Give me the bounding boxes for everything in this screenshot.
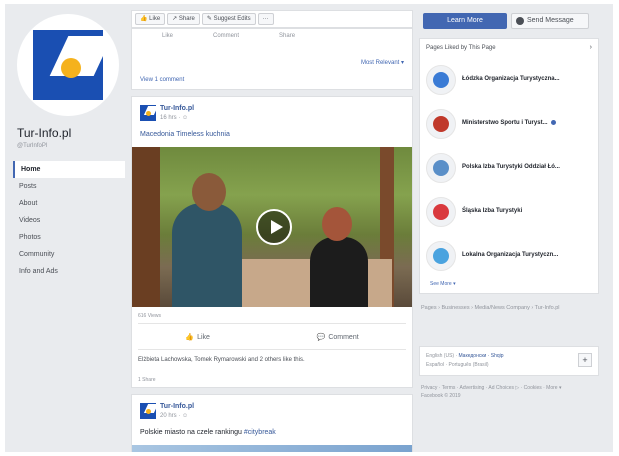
post-avatar[interactable] — [140, 105, 156, 121]
chevron-right-icon[interactable]: › — [590, 44, 592, 51]
current-language: English (US) · — [426, 353, 459, 359]
thumbs-up-icon: 👍 — [140, 16, 148, 22]
liked-page-avatar — [426, 241, 456, 271]
page-handle[interactable]: @TurInfoPl — [17, 143, 47, 149]
liked-page-item[interactable]: Śląska Izba Turystyki — [426, 195, 598, 231]
liked-page-avatar — [426, 109, 456, 139]
language-line-2[interactable]: Español · Português (Brasil) — [426, 362, 489, 368]
language-box: English (US) · Mакедонски · Shqip Españo… — [419, 346, 599, 376]
post-text-link[interactable]: Macedonia Timeless kuchnia — [140, 131, 230, 138]
page-title[interactable]: Tur-Info.pl — [17, 126, 71, 140]
pencil-icon: ✎ — [206, 16, 212, 22]
liked-pages-box: Pages Liked by This Page › Łódzka Organi… — [419, 38, 599, 294]
like-label: Like — [197, 333, 210, 341]
hashtag-link[interactable]: #citybreak — [244, 429, 276, 436]
messenger-icon — [516, 17, 524, 25]
send-message-label: Send Message — [527, 17, 574, 24]
video-player[interactable] — [132, 147, 412, 307]
language-line-1: English (US) · Mакедонски · Shqip — [426, 353, 504, 359]
comment-sort-dropdown[interactable]: Most Relevant ▾ — [361, 59, 404, 66]
language-links[interactable]: Mакедонски · Shqip — [459, 353, 504, 359]
post-actions: 👍 Like 💬 Comment — [132, 333, 412, 342]
liked-page-item[interactable]: Lokalna Organizacja Turystyczn... — [426, 239, 598, 275]
comment-action[interactable]: Comment — [213, 33, 239, 39]
post-avatar[interactable] — [140, 403, 156, 419]
play-icon[interactable] — [256, 209, 292, 245]
liked-page-name: Ministerstwo Sportu i Turyst... — [462, 120, 556, 126]
more-options-button[interactable]: ··· — [257, 13, 274, 25]
suggest-edits-label: Suggest Edits — [213, 16, 251, 22]
view-count: 616 Views — [138, 313, 161, 319]
liked-page-name: Lokalna Organizacja Turystyczn... — [462, 252, 559, 258]
liked-page-name-text: Ministerstwo Sportu i Turyst... — [462, 120, 548, 127]
liked-page-avatar — [426, 197, 456, 227]
share-action[interactable]: Share — [279, 33, 295, 39]
post-author-link[interactable]: Tur-Info.pl — [160, 403, 194, 410]
post-text-body: Polskie miasto na czele rankingu — [140, 429, 242, 436]
footer-links-line[interactable]: Privacy · Terms · Advertising · Ad Choic… — [421, 384, 599, 392]
like-button[interactable]: 👍 Like — [185, 333, 210, 342]
nav-item-home[interactable]: Home — [13, 161, 125, 178]
liked-page-name: Śląska Izba Turystyki — [462, 208, 523, 214]
liked-page-item[interactable]: Ministerstwo Sportu i Turyst... — [426, 107, 598, 143]
nav-item-posts[interactable]: Posts — [13, 178, 125, 195]
verified-badge-icon — [550, 120, 556, 125]
left-column: Tur-Info.pl @TurInfoPl Home Posts About … — [5, 4, 125, 452]
nav-item-community[interactable]: Community — [13, 246, 125, 263]
view-comments-link[interactable]: View 1 comment — [140, 77, 184, 83]
liked-page-item[interactable]: Łódzka Organizacja Turystyczna... — [426, 63, 598, 99]
timeline-column: 👍 Like ↗ Share ✎ Suggest Edits ··· Like … — [131, 4, 413, 452]
post-text: Macedonia Timeless kuchnia — [140, 131, 230, 138]
add-language-button[interactable]: + — [578, 353, 592, 367]
see-more-link[interactable]: See More ▾ — [430, 281, 456, 287]
page-action-bar: 👍 Like ↗ Share ✎ Suggest Edits ··· — [131, 10, 413, 28]
post-author-link[interactable]: Tur-Info.pl — [160, 105, 194, 112]
send-message-button[interactable]: Send Message — [511, 13, 589, 29]
copyright-text: Facebook © 2019 — [421, 393, 461, 399]
footer-links: Privacy · Terms · Advertising · Ad Choic… — [421, 384, 599, 400]
liked-page-avatar — [426, 153, 456, 183]
thumbs-up-icon: 👍 — [185, 334, 195, 341]
reaction-row: Like Comment Share — [162, 33, 295, 39]
liked-page-name: Łódzka Organizacja Turystyczna... — [462, 76, 560, 82]
category-breadcrumb[interactable]: Pages › Businesses › Media/News Company … — [421, 304, 599, 313]
right-column: Learn More Send Message Pages Liked by T… — [419, 4, 605, 452]
like-action[interactable]: Like — [162, 33, 173, 39]
text-post-card: Tur-Info.pl 20 hrs · ☺ Polskie miasto na… — [131, 394, 413, 452]
like-page-label: Like — [149, 16, 161, 22]
page-frame: Tur-Info.pl @TurInfoPl Home Posts About … — [5, 4, 613, 452]
share-page-label: Share — [178, 16, 195, 22]
profile-picture-frame[interactable] — [17, 14, 119, 116]
learn-more-button[interactable]: Learn More — [423, 13, 507, 29]
comment-button[interactable]: 💬 Comment — [316, 333, 359, 342]
page-nav: Home Posts About Videos Photos Community… — [13, 161, 125, 280]
suggest-edits-button[interactable]: ✎ Suggest Edits — [201, 13, 256, 25]
liked-pages-title[interactable]: Pages Liked by This Page — [426, 45, 496, 51]
liked-page-name: Polska Izba Turystyki Oddział Łó... — [462, 164, 560, 170]
like-page-button[interactable]: 👍 Like — [135, 13, 166, 25]
liked-page-item[interactable]: Polska Izba Turystyki Oddział Łó... — [426, 151, 598, 187]
share-page-button[interactable]: ↗ Share — [167, 13, 200, 25]
previous-post-card: Like Comment Share Most Relevant ▾ View … — [131, 28, 413, 90]
nav-item-photos[interactable]: Photos — [13, 229, 125, 246]
page-logo — [33, 30, 103, 100]
video-post-card: Tur-Info.pl 16 hrs · ☺ Macedonia Timeles… — [131, 96, 413, 388]
comment-label: Comment — [328, 333, 359, 341]
post-timestamp[interactable]: 16 hrs · ☺ — [160, 115, 188, 121]
nav-item-info-and-ads[interactable]: Info and Ads — [13, 263, 125, 280]
nav-item-videos[interactable]: Videos — [13, 212, 125, 229]
share-count[interactable]: 1 Share — [138, 377, 156, 383]
divider — [138, 349, 406, 350]
comment-bubble-icon: 💬 — [316, 334, 326, 341]
post-text: Polskie miasto na czele rankingu #citybr… — [140, 429, 276, 436]
post-image[interactable] — [132, 445, 412, 452]
share-arrow-icon: ↗ — [172, 16, 178, 22]
nav-item-about[interactable]: About — [13, 195, 125, 212]
likes-summary[interactable]: Elżbieta Lachowska, Tomek Rymarowski and… — [138, 357, 305, 363]
divider — [138, 323, 406, 324]
liked-page-avatar — [426, 65, 456, 95]
post-timestamp[interactable]: 20 hrs · ☺ — [160, 413, 188, 419]
